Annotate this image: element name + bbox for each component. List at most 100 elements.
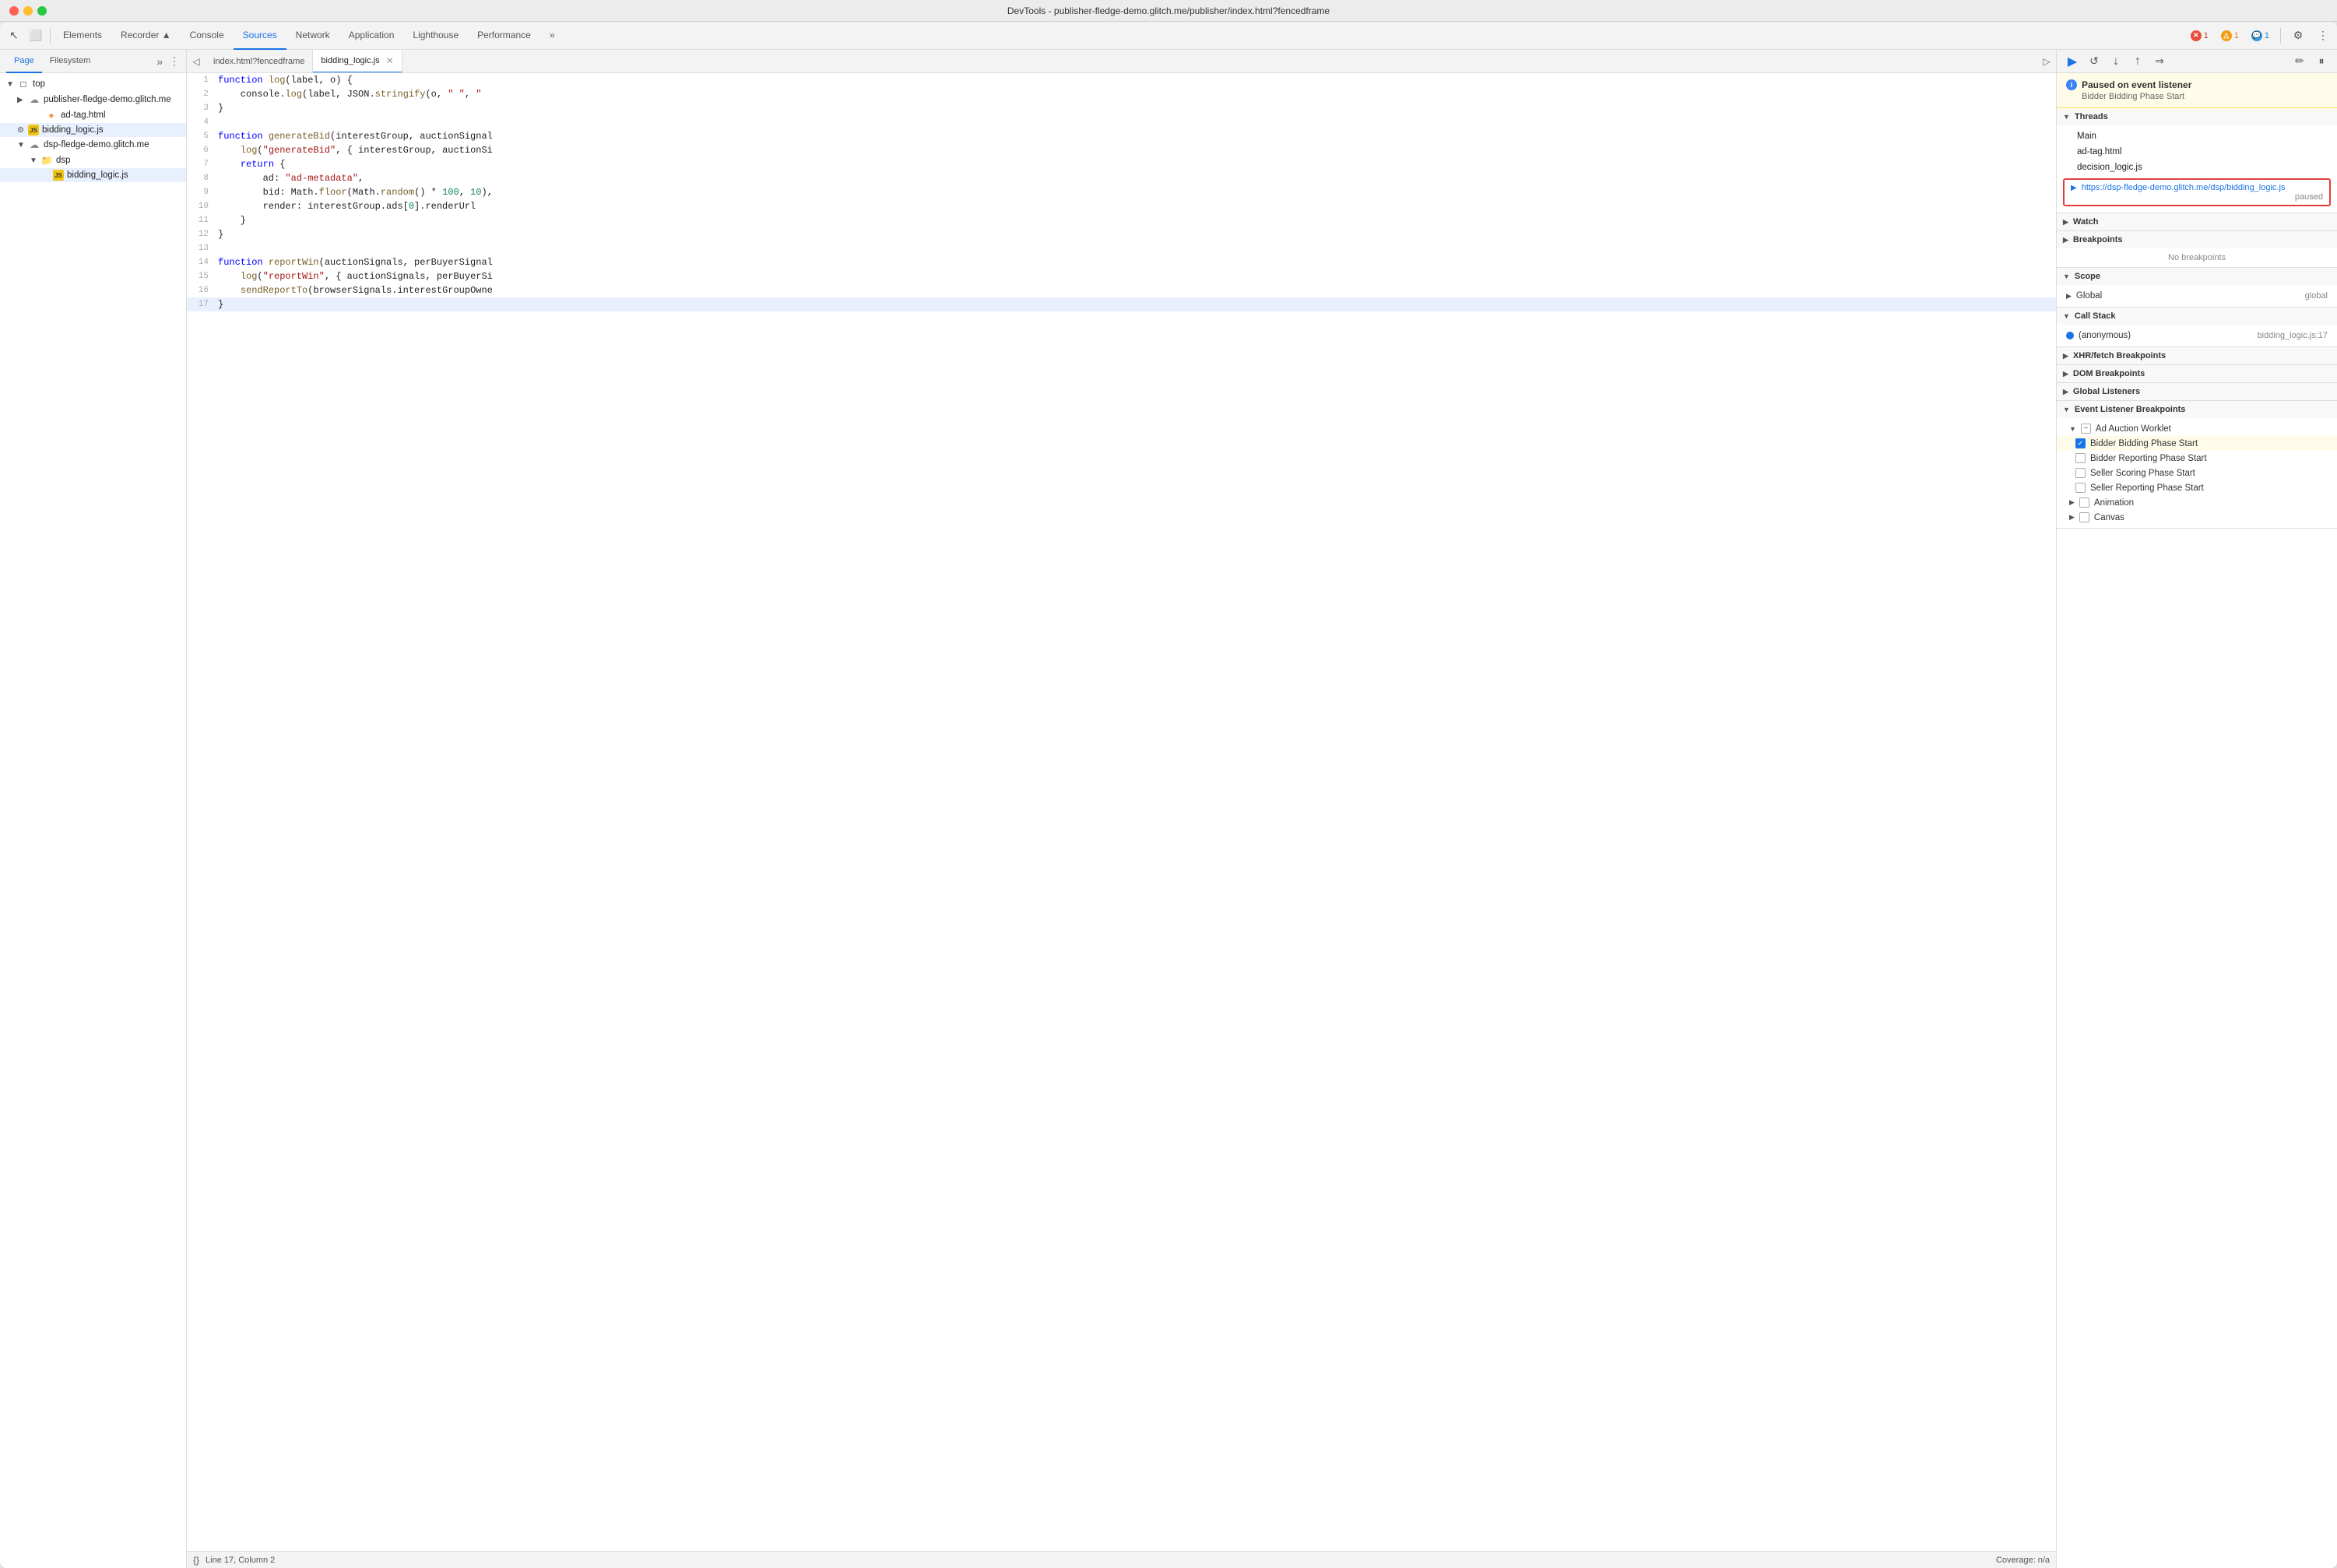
- close-button[interactable]: [9, 6, 19, 16]
- code-line-4: 4: [187, 115, 2056, 129]
- scope-global-row[interactable]: ▶ Global global: [2057, 288, 2337, 304]
- elb-group-animation-checkbox[interactable]: [2079, 497, 2089, 508]
- tab-page[interactable]: Page: [6, 50, 42, 73]
- more-options-button[interactable]: ⋮: [2312, 25, 2334, 47]
- elb-item-bidder-reporting[interactable]: Bidder Reporting Phase Start: [2057, 451, 2337, 466]
- elb-item-seller-scoring[interactable]: Seller Scoring Phase Start: [2057, 466, 2337, 480]
- tab-sources[interactable]: Sources: [234, 22, 286, 50]
- breakpoints-header[interactable]: ▶ Breakpoints: [2057, 231, 2337, 248]
- pause-on-exception-button[interactable]: ⏸: [2312, 52, 2331, 71]
- event-listener-breakpoints-header[interactable]: ▼ Event Listener Breakpoints: [2057, 401, 2337, 418]
- code-line-12: 12 }: [187, 227, 2056, 241]
- editor-tab-back[interactable]: ◁: [187, 50, 206, 73]
- tab-recorder[interactable]: Recorder ▲: [111, 22, 181, 50]
- scope-content: ▶ Global global: [2057, 285, 2337, 307]
- tab-elements[interactable]: Elements: [54, 22, 111, 50]
- step-into-button[interactable]: ↓: [2107, 52, 2125, 71]
- left-panel-more[interactable]: »: [153, 55, 166, 68]
- call-stack-header[interactable]: ▼ Call Stack: [2057, 308, 2337, 325]
- breakpoints-label: Breakpoints: [2073, 235, 2123, 244]
- tab-network[interactable]: Network: [286, 22, 339, 50]
- device-toggle-button[interactable]: ⬜: [25, 25, 47, 47]
- elb-item-seller-reporting[interactable]: Seller Reporting Phase Start: [2057, 480, 2337, 495]
- warn-badge-button[interactable]: △ 1: [2216, 29, 2244, 43]
- tree-item-publisher[interactable]: ▶ ☁ publisher-fledge-demo.glitch.me: [0, 92, 186, 107]
- xhr-breakpoints-label: XHR/fetch Breakpoints: [2073, 351, 2166, 360]
- tab-more[interactable]: »: [540, 22, 564, 50]
- elb-item-bidder-reporting-label: Bidder Reporting Phase Start: [2090, 454, 2207, 463]
- arrow-icon-2: ⚙: [17, 126, 28, 135]
- settings-button[interactable]: ⚙: [2287, 25, 2309, 47]
- info-badge-button[interactable]: 💬 1: [2247, 29, 2274, 43]
- elb-canvas-arrow-icon: ▶: [2069, 513, 2075, 522]
- step-out-button[interactable]: ↑: [2128, 52, 2147, 71]
- code-editor[interactable]: 1 function log(label, o) { 2 console.log…: [187, 73, 2056, 1551]
- xhr-breakpoints-header[interactable]: ▶ XHR/fetch Breakpoints: [2057, 347, 2337, 364]
- left-panel-settings[interactable]: ⋮: [169, 54, 180, 68]
- format-icon[interactable]: {}: [193, 1555, 199, 1566]
- xhr-breakpoints-section: ▶ XHR/fetch Breakpoints: [2057, 347, 2337, 365]
- maximize-button[interactable]: [37, 6, 47, 16]
- step-button[interactable]: ⇒: [2150, 52, 2169, 71]
- elb-item-bidder-bidding[interactable]: Bidder Bidding Phase Start: [2057, 436, 2337, 451]
- right-scroll[interactable]: ▼ Threads Main ad-tag.html: [2057, 108, 2337, 1568]
- elb-group-ad-auction[interactable]: ▼ Ad Auction Worklet: [2057, 421, 2337, 436]
- tab-lighthouse[interactable]: Lighthouse: [403, 22, 468, 50]
- editor-tabs: ◁ index.html?fencedframe bidding_logic.j…: [187, 50, 2056, 73]
- call-stack-item-1[interactable]: (anonymous) bidding_logic.js:17: [2057, 328, 2337, 343]
- error-badge-button[interactable]: ✕ 1: [2186, 29, 2213, 43]
- editor-tab-more[interactable]: ▷: [2037, 50, 2056, 73]
- elb-item-seller-scoring-checkbox[interactable]: [2075, 468, 2086, 478]
- watch-header[interactable]: ▶ Watch: [2057, 213, 2337, 230]
- pointer-tool-button[interactable]: ↖: [3, 25, 25, 47]
- elb-group-partial-check[interactable]: [2081, 424, 2091, 434]
- dom-breakpoints-header[interactable]: ▶ DOM Breakpoints: [2057, 365, 2337, 382]
- coverage-status: Coverage: n/a: [1996, 1556, 2050, 1565]
- thread-main[interactable]: Main: [2057, 128, 2337, 144]
- tree-label-publisher: publisher-fledge-demo.glitch.me: [44, 95, 171, 104]
- tree-item-top[interactable]: ▼ □ top: [0, 76, 186, 92]
- arrow-down-icon-3: ▼: [30, 156, 40, 165]
- thread-decision-logic[interactable]: decision_logic.js: [2057, 160, 2337, 175]
- elb-item-seller-reporting-checkbox[interactable]: [2075, 483, 2086, 493]
- window-title: DevTools - publisher-fledge-demo.glitch.…: [1007, 5, 1330, 16]
- tree-item-bidding-logic-pub[interactable]: ⚙ JS bidding_logic.js: [0, 123, 186, 137]
- window-controls[interactable]: [9, 6, 47, 16]
- minimize-button[interactable]: [23, 6, 33, 16]
- cloud-icon-2: ☁: [28, 139, 40, 151]
- cloud-icon: ☁: [28, 93, 40, 106]
- thread-selected-bidding[interactable]: ▶ https://dsp-fledge-demo.glitch.me/dsp/…: [2063, 178, 2331, 206]
- edit-breakpoints-button[interactable]: ✏: [2290, 52, 2309, 71]
- editor-tab-index[interactable]: index.html?fencedframe: [206, 50, 313, 73]
- tree-item-bidding-logic-dsp[interactable]: JS bidding_logic.js: [0, 168, 186, 182]
- tree-item-dsp-domain[interactable]: ▼ ☁ dsp-fledge-demo.glitch.me: [0, 137, 186, 153]
- elb-item-bidder-reporting-checkbox[interactable]: [2075, 453, 2086, 463]
- thread-ad-tag[interactable]: ad-tag.html: [2057, 144, 2337, 160]
- elb-item-bidder-bidding-checkbox[interactable]: [2075, 438, 2086, 448]
- code-line-11: 11 }: [187, 213, 2056, 227]
- threads-header[interactable]: ▼ Threads: [2057, 108, 2337, 125]
- editor-tab-bidding[interactable]: bidding_logic.js ✕: [313, 50, 402, 73]
- close-tab-icon[interactable]: ✕: [386, 55, 394, 66]
- tab-console[interactable]: Console: [181, 22, 234, 50]
- elb-item-seller-reporting-label: Seller Reporting Phase Start: [2090, 483, 2204, 493]
- elb-group-animation[interactable]: ▶ Animation: [2057, 495, 2337, 510]
- step-over-button[interactable]: ↺: [2085, 52, 2103, 71]
- elb-group-canvas-checkbox[interactable]: [2079, 512, 2089, 522]
- arrow-down-icon-2: ▼: [17, 141, 28, 149]
- tree-item-dsp-folder[interactable]: ▼ 📁 dsp: [0, 153, 186, 168]
- tab-performance[interactable]: Performance: [468, 22, 540, 50]
- resume-button[interactable]: ▶: [2063, 52, 2082, 71]
- tab-application[interactable]: Application: [339, 22, 404, 50]
- code-line-1: 1 function log(label, o) {: [187, 73, 2056, 87]
- elb-group-canvas[interactable]: ▶ Canvas: [2057, 510, 2337, 525]
- threads-content: Main ad-tag.html decision_logic.js: [2057, 125, 2337, 213]
- scope-header[interactable]: ▼ Scope: [2057, 268, 2337, 285]
- error-count: 1: [2204, 31, 2209, 40]
- paused-title: i Paused on event listener: [2066, 79, 2328, 90]
- tree-item-ad-tag[interactable]: ◈ ad-tag.html: [0, 107, 186, 123]
- tab-filesystem[interactable]: Filesystem: [42, 50, 99, 73]
- threads-arrow-icon: ▼: [2063, 113, 2070, 121]
- js-icon-1: JS: [28, 125, 39, 135]
- global-listeners-header[interactable]: ▶ Global Listeners: [2057, 383, 2337, 400]
